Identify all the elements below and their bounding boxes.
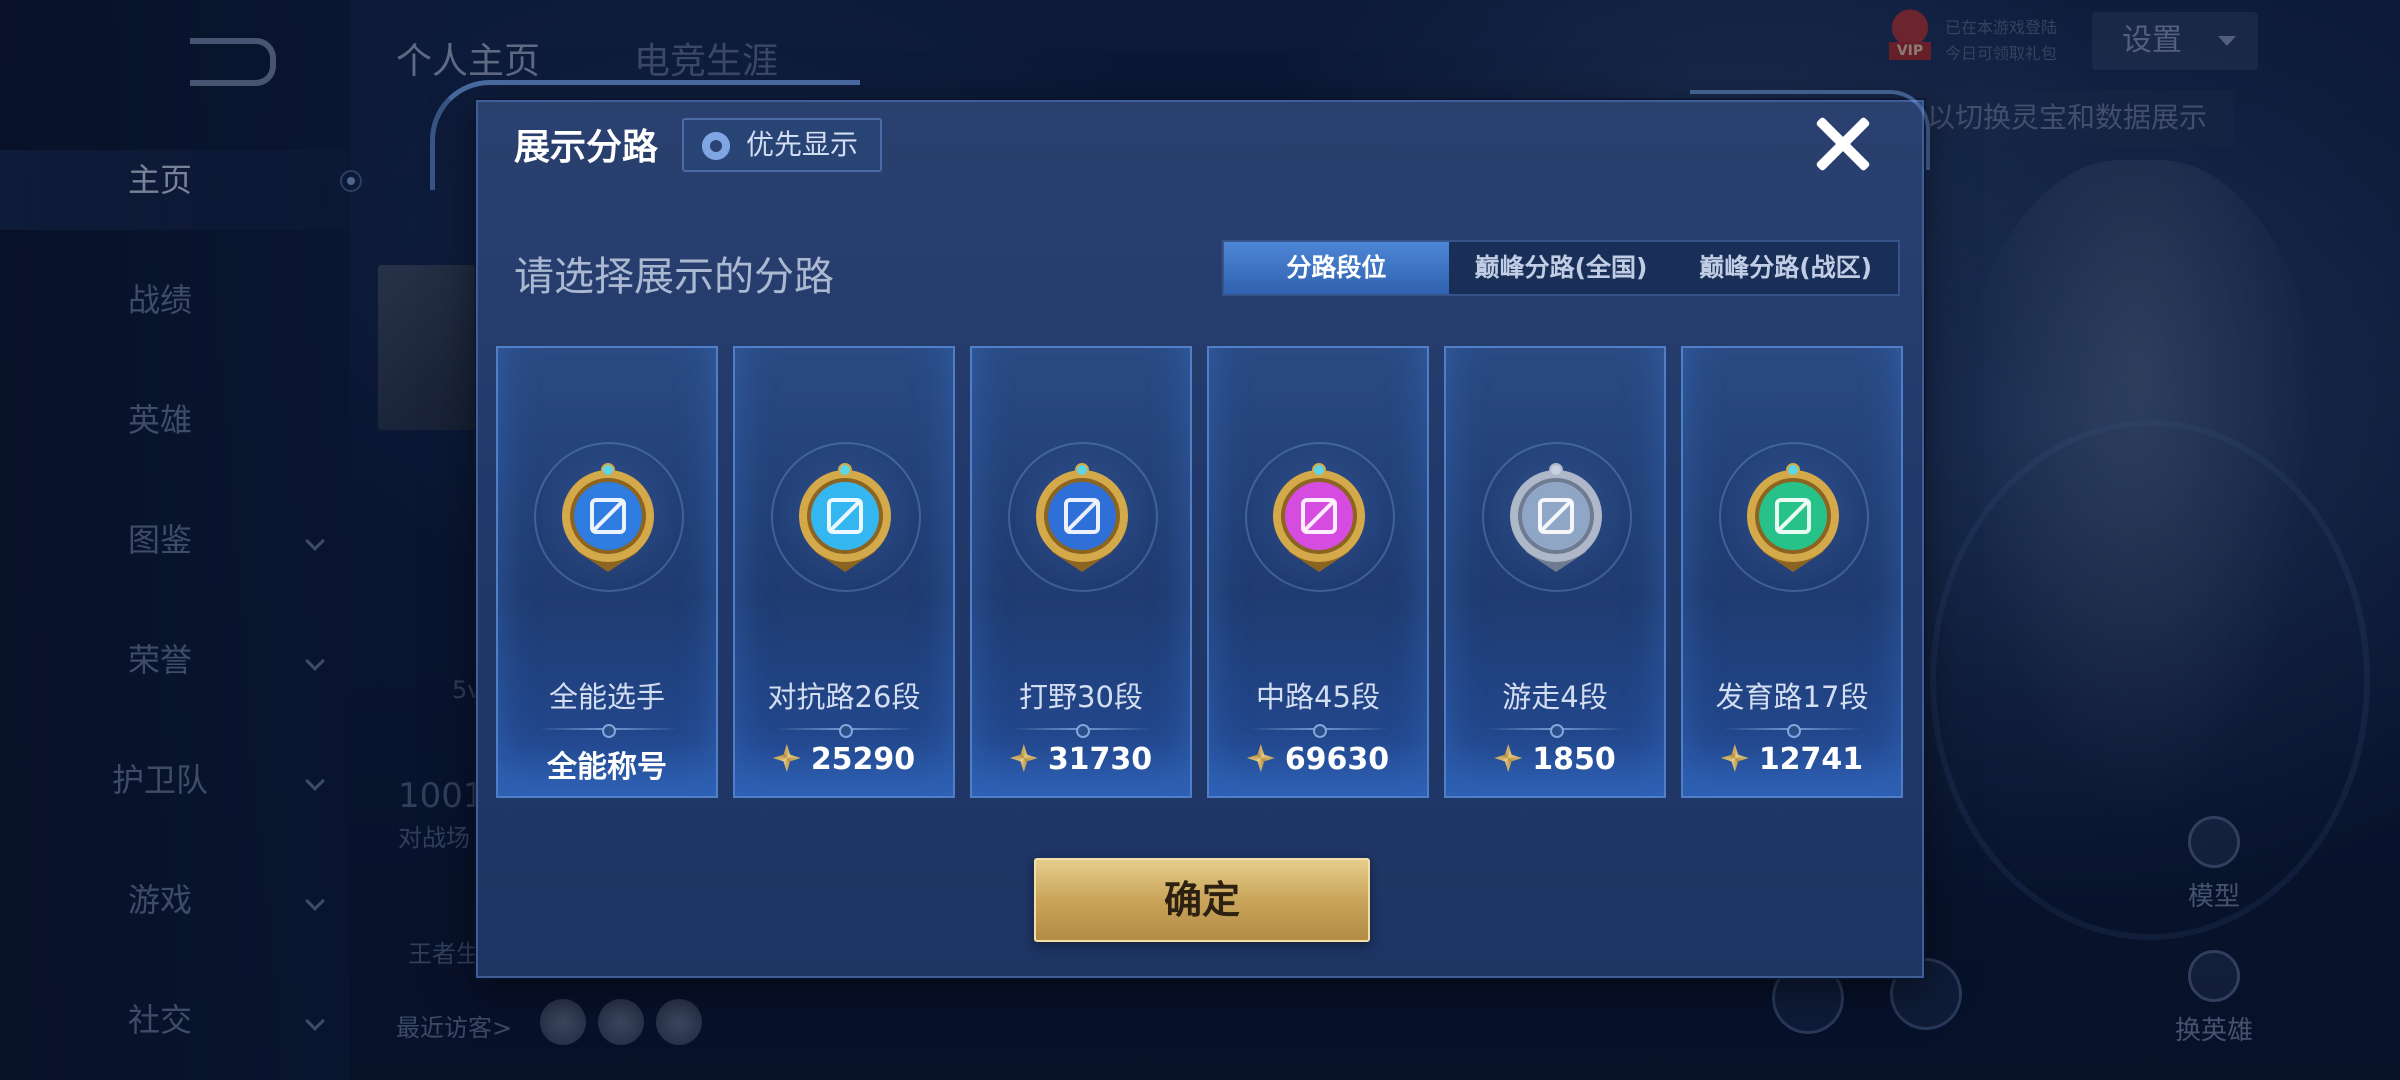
divider [1249, 724, 1389, 738]
lane-card-label: 对抗路26段 [767, 680, 921, 714]
all-round-badge-icon [562, 463, 654, 572]
confirm-button[interactable]: 确定 [1034, 858, 1370, 942]
dialog-subtitle: 请选择展示的分路 [514, 254, 834, 300]
roam-badge-icon [1510, 463, 1602, 572]
lane-card-value-text: 全能称号 [547, 750, 667, 785]
divider [1012, 724, 1152, 738]
jungle-badge-icon [1036, 463, 1128, 572]
lane-card-value-text: 1850 [1532, 742, 1616, 777]
lane-card-value-text: 12741 [1758, 742, 1864, 777]
lane-card-clash[interactable]: 对抗路26段 25290 [733, 346, 955, 798]
priority-display-label: 优先显示 [746, 128, 859, 161]
lane-card-value-text: 25290 [810, 742, 916, 777]
lane-card-value: 25290 [735, 742, 953, 777]
clash-lane-badge-icon [799, 463, 891, 572]
lane-display-dialog: 展示分路 优先显示 请选择展示的分路 分路段位 巅峰分路(全国) 巅峰分路(战区… [430, 80, 1930, 978]
lane-card-jungle[interactable]: 打野30段 31730 [970, 346, 1192, 798]
lane-card-label: 中路45段 [1256, 680, 1380, 714]
lane-type-tabs: 分路段位 巅峰分路(全国) 巅峰分路(战区) [1222, 240, 1900, 296]
peak-score-icon [1494, 744, 1523, 772]
peak-score-icon [1720, 744, 1749, 772]
lane-card-label: 发育路17段 [1715, 680, 1869, 714]
peak-score-icon [772, 744, 801, 772]
divider [1723, 724, 1863, 738]
lane-card-value: 31730 [972, 742, 1190, 777]
tab-peak-lane-region[interactable]: 巅峰分路(战区) [1673, 242, 1898, 294]
lane-card-value: 12741 [1683, 742, 1901, 777]
lane-card-roam[interactable]: 游走4段 1850 [1444, 346, 1666, 798]
dialog-title: 展示分路 [514, 127, 659, 168]
lane-card-mid[interactable]: 中路45段 69630 [1207, 346, 1429, 798]
dialog-ornament [1690, 90, 1930, 170]
gear-icon [698, 128, 734, 164]
lane-card-farm[interactable]: 发育路17段 12741 [1681, 346, 1903, 798]
divider [775, 724, 915, 738]
lane-card-label: 打野30段 [1019, 680, 1143, 714]
lane-card-value: 69630 [1209, 742, 1427, 777]
mid-lane-badge-icon [1273, 463, 1365, 572]
lane-card-value-text: 31730 [1047, 742, 1153, 777]
peak-score-icon [1009, 744, 1038, 772]
lane-card-label: 全能选手 [548, 680, 665, 714]
divider [538, 724, 678, 738]
lane-card-label: 游走4段 [1502, 680, 1608, 714]
peak-score-icon [1246, 744, 1275, 772]
close-icon[interactable] [1812, 114, 1872, 174]
lane-card-value: 1850 [1446, 742, 1664, 777]
divider [1486, 724, 1626, 738]
lane-card-value: 全能称号 [498, 742, 716, 786]
tab-lane-rank[interactable]: 分路段位 [1224, 242, 1449, 294]
priority-display-button[interactable]: 优先显示 [682, 118, 882, 172]
farm-lane-badge-icon [1747, 463, 1839, 572]
lane-card-value-text: 69630 [1284, 742, 1390, 777]
lane-card-all-round[interactable]: 全能选手 全能称号 [496, 346, 718, 798]
tab-peak-lane-national[interactable]: 巅峰分路(全国) [1449, 242, 1674, 294]
